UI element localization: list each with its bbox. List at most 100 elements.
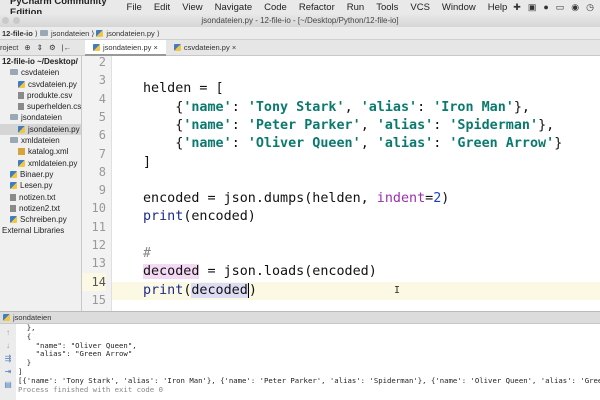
output-line: } — [18, 358, 32, 368]
breadcrumb: 12-file-io ⟩ jsondateien ⟩ jsondateien.p… — [0, 27, 600, 40]
file-icon — [10, 204, 16, 212]
tree-item[interactable]: xmldateien.py — [0, 158, 81, 169]
tab-label: jsondateien.py — [103, 42, 152, 52]
tree-item[interactable]: 12-file-io ~/Desktop/ — [0, 56, 81, 67]
tree-item[interactable]: xmldateien — [0, 135, 81, 146]
run-tab-label[interactable]: jsondateien — [13, 313, 51, 322]
line-number: 11 — [91, 219, 106, 234]
tree-item[interactable]: Binaer.py — [0, 169, 81, 180]
tree-item[interactable]: Schreiben.py — [0, 214, 81, 225]
print-icon[interactable]: ▤ — [4, 380, 12, 389]
gear-icon[interactable]: ⚙ — [49, 43, 56, 52]
tree-item-label: csvdateien.py — [28, 79, 77, 89]
tree-item-label: notizen2.txt — [19, 203, 60, 213]
python-file-icon — [96, 30, 104, 37]
menu-window[interactable]: Window — [442, 2, 476, 13]
line-number: 13 — [91, 256, 106, 271]
line-number: 10 — [91, 201, 106, 216]
menu-code[interactable]: Code — [264, 2, 287, 13]
python-file-icon — [93, 43, 100, 51]
title-bar: jsondateien.py - 12-file-io - [~/Desktop… — [0, 14, 600, 27]
tab-csvdateien[interactable]: csvdateien.py × — [166, 40, 244, 56]
tree-item[interactable]: jsondateien.py — [0, 123, 81, 136]
shield-icon[interactable]: ● — [543, 2, 548, 13]
close-window-button[interactable] — [2, 17, 9, 24]
line-number: 14 — [82, 272, 106, 291]
up-arrow-icon[interactable]: ↑ — [6, 328, 10, 337]
line-number: 12 — [91, 238, 106, 252]
menu-run[interactable]: Run — [347, 2, 364, 13]
line-number: 8 — [98, 164, 106, 179]
tab-label: csvdateien.py — [183, 42, 230, 52]
output-line: }, — [18, 324, 36, 332]
chat-icon[interactable]: ◉ — [571, 2, 579, 13]
code-editor[interactable]: helden = [ {'name': 'Tony Stark', 'alias… — [112, 56, 600, 311]
menu-navigate[interactable]: Navigate — [215, 2, 253, 13]
line-number: 9 — [98, 183, 106, 198]
python-file-icon — [10, 216, 17, 224]
tree-item-label: xmldateien — [21, 136, 60, 146]
down-arrow-icon[interactable]: ↓ — [6, 341, 10, 350]
tree-item[interactable]: Lesen.py — [0, 180, 81, 191]
tree-item[interactable]: produkte.csv — [0, 90, 81, 101]
window-title: jsondateien.py - 12-file-io - [~/Desktop… — [201, 16, 399, 25]
menu-file[interactable]: File — [127, 2, 142, 13]
breadcrumb-project[interactable]: 12-file-io — [2, 29, 33, 38]
tree-item-label: External Libraries — [2, 226, 65, 236]
menu-vcs[interactable]: VCS — [410, 2, 430, 13]
menu-tools[interactable]: Tools — [376, 2, 398, 13]
menu-help[interactable]: Help — [488, 2, 508, 13]
clock-icon[interactable]: ◷ — [586, 2, 594, 13]
tree-item[interactable]: superhelden.csv — [0, 101, 81, 112]
menu-refactor[interactable]: Refactor — [299, 2, 335, 13]
menu-bar: PyCharm Community Edition File Edit View… — [0, 0, 600, 18]
code-line-4: {'name': 'Tony Stark', 'alias': 'Iron Ma… — [143, 99, 530, 115]
tree-item[interactable]: notizen.txt — [0, 192, 81, 203]
tree-item[interactable]: jsondateien — [0, 112, 81, 123]
output-line: Process finished with exit code 0 — [18, 384, 163, 394]
code-line-14: print(decoded) I — [112, 281, 600, 300]
folder-icon — [10, 114, 18, 121]
collapse-icon[interactable]: ⇕ — [37, 43, 43, 52]
sync-icon[interactable]: ⊕ — [24, 43, 30, 52]
scroll-end-icon[interactable]: ⇥ — [5, 367, 12, 376]
code-line-10: print(encoded) — [143, 209, 256, 225]
close-tab-icon[interactable]: × — [232, 43, 236, 52]
plugin-icon[interactable]: ✚ — [513, 2, 521, 13]
hide-icon[interactable]: |← — [62, 43, 71, 52]
screen-icon[interactable]: ▭ — [556, 2, 565, 13]
tree-item-label: xmldateien.py — [28, 158, 78, 168]
project-view-selector[interactable]: roject — [0, 43, 18, 52]
code-line-5: {'name': 'Peter Parker', 'alias': 'Spide… — [143, 117, 555, 133]
tree-item[interactable]: csvdateien — [0, 67, 81, 78]
run-toolbar: ↑ ↓ ⇶ ⇥ ▤ — [0, 324, 16, 400]
project-tree: 12-file-io ~/Desktop/csvdateien csvdateie… — [0, 56, 82, 311]
tree-item-label: superhelden.csv — [27, 102, 82, 112]
python-file-icon — [18, 125, 25, 133]
breadcrumb-folder[interactable]: jsondateien — [51, 29, 89, 38]
tree-item-label: Binaer.py — [20, 169, 54, 179]
breadcrumb-file[interactable]: jsondateien.py — [106, 29, 154, 38]
tree-item[interactable]: External Libraries — [0, 225, 81, 236]
tree-item[interactable]: katalog.xml — [0, 146, 81, 157]
tree-item[interactable]: notizen2.txt — [0, 203, 81, 214]
line-number: 15 — [91, 292, 106, 307]
close-tab-icon[interactable]: × — [153, 43, 157, 52]
python-file-icon — [18, 80, 25, 88]
output-line: "alias": "Green Arrow" — [18, 349, 133, 359]
bag-icon[interactable]: ▣ — [528, 2, 537, 13]
tree-item[interactable]: csvdateien.py — [0, 79, 81, 90]
code-line-12: # — [143, 246, 152, 261]
text-cursor-icon: I — [394, 284, 401, 296]
tree-item-label: Schreiben.py — [20, 215, 67, 225]
python-file-icon — [18, 159, 25, 167]
menu-edit[interactable]: Edit — [154, 2, 170, 13]
file-icon — [18, 91, 24, 99]
file-icon — [18, 103, 24, 111]
line-number: 7 — [98, 146, 106, 161]
wrap-icon[interactable]: ⇶ — [5, 354, 12, 363]
code-line-6: {'name': 'Oliver Queen', 'alias': 'Green… — [143, 136, 563, 152]
menu-view[interactable]: View — [182, 2, 202, 13]
minimize-window-button[interactable] — [13, 17, 20, 24]
code-line-3: helden = [ — [143, 81, 224, 97]
